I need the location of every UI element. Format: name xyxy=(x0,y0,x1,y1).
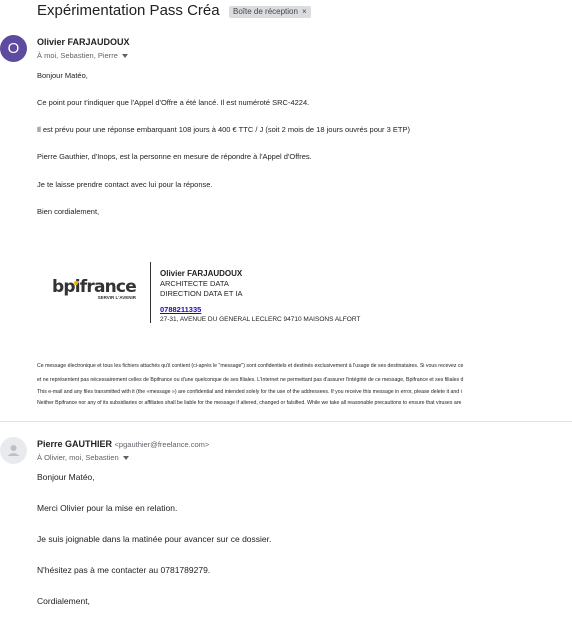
body-line: Bonjour Matéo, xyxy=(37,71,88,80)
sender-name-row[interactable]: Pierre GAUTHIER <pgauthier@freelance.com… xyxy=(37,439,209,449)
disclaimer-line: Neither Bpifrance nor any of its subsidi… xyxy=(37,400,462,406)
signature-department: DIRECTION DATA ET IA xyxy=(160,289,243,298)
sender-email: <pgauthier@freelance.com> xyxy=(114,440,210,449)
chevron-down-icon xyxy=(121,54,128,59)
recipients-text: À moi, Sebastien, Pierre xyxy=(37,51,118,60)
bpifrance-logo: bpifrance SERVIR L'AVENIR xyxy=(52,277,137,304)
body-line: Je te laisse prendre contact avec lui po… xyxy=(37,180,213,189)
chevron-down-icon xyxy=(122,456,129,461)
signature-address: 27-31, AVENUE DU GENERAL LECLERC 94710 M… xyxy=(160,316,361,323)
body-line: Bien cordialement, xyxy=(37,207,100,216)
body-line: Pierre Gauthier, d'Inops, est la personn… xyxy=(37,152,312,161)
body-line: Il est prévu pour une réponse embarquant… xyxy=(37,125,410,134)
signature-title: ARCHITECTE DATA xyxy=(160,279,229,288)
disclaimer-line: et ne représentent pas nécessairement ce… xyxy=(37,377,464,383)
recipients-dropdown[interactable]: À Olivier, moi, Sebastien xyxy=(37,453,129,462)
body-line: Je suis joignable dans la matinée pour a… xyxy=(37,534,272,544)
inbox-label-chip[interactable]: Boîte de réception × xyxy=(229,6,311,18)
sender-avatar[interactable]: O xyxy=(0,35,27,62)
remove-label-icon[interactable]: × xyxy=(302,7,307,16)
body-line: Merci Olivier pour la mise en relation. xyxy=(37,503,178,513)
sender-name[interactable]: Olivier FARJAUDOUX xyxy=(37,37,130,47)
signature-phone-link[interactable]: 0788211335 xyxy=(160,305,201,314)
sender-name: Pierre GAUTHIER xyxy=(37,439,113,449)
disclaimer-line: Ce message électronique et tous les fich… xyxy=(37,363,464,369)
message-divider xyxy=(0,421,572,422)
body-line: Cordialement, xyxy=(37,596,90,606)
default-avatar-icon xyxy=(7,445,20,456)
logo-wordmark: bpifrance xyxy=(52,277,137,297)
email-subject: Expérimentation Pass Créa xyxy=(37,2,220,19)
sender-avatar[interactable] xyxy=(0,437,27,464)
disclaimer-line: This e-mail and any files transmitted wi… xyxy=(37,389,462,395)
recipients-dropdown[interactable]: À moi, Sebastien, Pierre xyxy=(37,51,128,60)
label-chip-text: Boîte de réception xyxy=(233,7,298,16)
body-line: N'hésitez pas à me contacter au 07817892… xyxy=(37,565,211,575)
signature-name: Olivier FARJAUDOUX xyxy=(160,269,243,278)
body-line: Ce point pour t'indiquer que l'Appel d'O… xyxy=(37,98,310,107)
body-line: Bonjour Matéo, xyxy=(37,472,95,482)
logo-accent xyxy=(74,281,78,285)
signature-divider xyxy=(150,262,151,323)
recipients-text: À Olivier, moi, Sebastien xyxy=(37,453,119,462)
